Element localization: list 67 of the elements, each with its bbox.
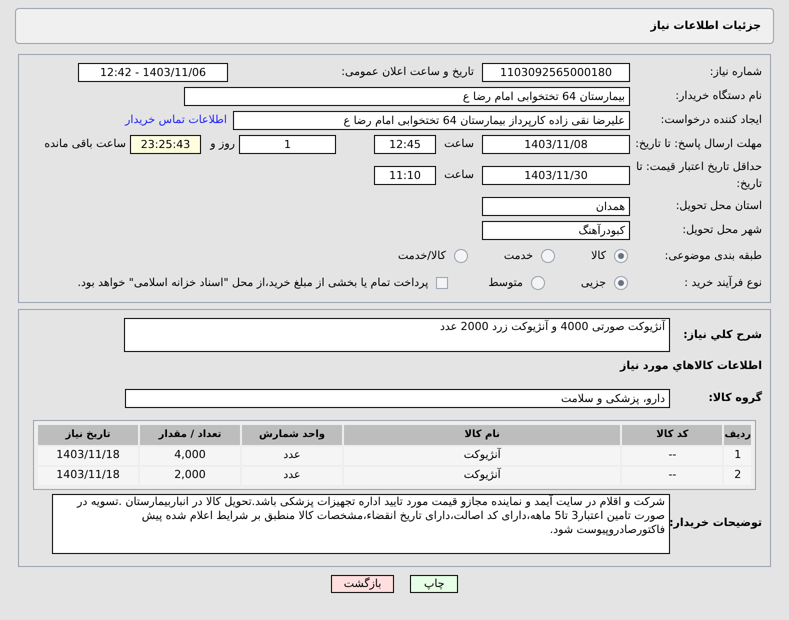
- text-field[interactable]: علیرضا نقی زاده کارپرداز بیمارستان 64 تختخوابی امام رضا ع: [233, 111, 630, 130]
- text-field[interactable]: کبودرآهنگ: [482, 221, 630, 240]
- radio-button[interactable]: [454, 249, 468, 263]
- table-cell: 2,000: [140, 466, 240, 484]
- text-field[interactable]: بیمارستان 64 تختخوابی امام رضا ع: [184, 87, 630, 106]
- table-cell: 1: [724, 446, 751, 464]
- radio-label: کالا/خدمت: [398, 248, 446, 264]
- countdown-field[interactable]: 23:25:43: [130, 135, 201, 154]
- radio-button[interactable]: [541, 249, 556, 263]
- notes-textarea[interactable]: شرکت و اقلام در سایت آیمد و نماینده مجازو قیمت مورد تایید اداره تجهیزات پزشکی باشد.تحویل کالا در انباربیمارستان .تسویه در صورت تامین اعتبار3 تا5 ماهه،دارای کد اصالت،دارای تاریخ انقضاء،مشخصات کالا منطبق بر شرایط اعلام شده پیش فاکتورصادروپیوست شود.: [52, 494, 670, 554]
- table-cell: --: [622, 466, 722, 484]
- text-field[interactable]: 11:10: [374, 166, 436, 185]
- field-label: ساعت: [443, 136, 475, 152]
- radio-label: خدمت: [504, 248, 534, 264]
- field-label: ساعت: [443, 167, 475, 184]
- field-label: ساعت باقی مانده: [44, 136, 127, 152]
- radio-label: متوسط: [488, 274, 523, 291]
- text-field[interactable]: 1103092565000180: [482, 63, 630, 82]
- radio-button[interactable]: [530, 276, 545, 290]
- field-label: استان محل تحویل:: [676, 199, 762, 212]
- description-textarea[interactable]: آنژیوکت صورتی 4000 و آنژیوکت زرد 2000 عدد: [124, 318, 670, 352]
- field-label: حداقل تاریخ اعتبار قیمت: تا تاریخ:: [636, 160, 762, 190]
- field-label: ایجاد کننده درخواست:: [660, 113, 762, 126]
- contact-link[interactable]: اطلاعات تماس خریدار: [125, 112, 227, 129]
- print-button[interactable]: چاپ: [410, 574, 458, 592]
- column-header: نام کالا: [344, 424, 620, 444]
- field-label: نوع فرآیند خرید :: [684, 276, 762, 289]
- field-label: روز و: [208, 136, 236, 152]
- table-cell: عدد: [242, 446, 342, 464]
- column-header: تاریخ نیاز: [38, 424, 138, 444]
- text-field[interactable]: 1: [239, 135, 336, 154]
- table-cell: آنژیوکت: [344, 446, 620, 464]
- radio-button[interactable]: [614, 276, 628, 290]
- table-cell: 2: [724, 466, 751, 484]
- field-label: شرح کلي نياز:: [683, 328, 762, 341]
- radio-label: کالا: [591, 248, 606, 264]
- text-field[interactable]: 1403/11/30: [482, 166, 630, 185]
- field-label: گروه کالا:: [708, 390, 762, 404]
- field-label: نام دستگاه خریدار:: [675, 89, 762, 102]
- radio-label: جزیی: [580, 274, 606, 291]
- text-field[interactable]: 1403/11/06 - 12:42: [78, 63, 228, 82]
- table-cell: آنژیوکت: [344, 466, 620, 484]
- text-field[interactable]: 1403/11/08: [482, 135, 630, 154]
- table-cell: عدد: [242, 466, 342, 484]
- checkbox-label: پرداخت تمام یا بخشی از مبلغ خرید،از محل "اسناد خزانه اسلامی" خواهد بود.: [78, 274, 428, 291]
- table-cell: 4,000: [140, 446, 240, 464]
- checkbox[interactable]: [436, 277, 448, 289]
- column-header: تعداد / مقدار: [140, 424, 240, 444]
- section-heading: اطلاعات كالاهاي مورد نياز: [620, 359, 762, 372]
- text-field[interactable]: 12:45: [374, 135, 436, 154]
- column-header: کد کالا: [622, 424, 722, 444]
- field-label: شهر محل تحویل:: [682, 223, 762, 236]
- text-field[interactable]: دارو، پزشکی و سلامت: [125, 388, 670, 408]
- back-button[interactable]: بازگشت: [330, 574, 394, 592]
- text-field[interactable]: همدان: [482, 197, 630, 216]
- table-cell: 1403/11/18: [38, 466, 138, 484]
- field-label: مهلت ارسال پاسخ: تا تاریخ:: [635, 137, 762, 150]
- field-label: شماره نیاز:: [710, 65, 762, 78]
- table-cell: 1403/11/18: [38, 446, 138, 464]
- field-label: طبقه بندی موضوعی:: [664, 248, 762, 262]
- field-label: تاریخ و ساعت اعلان عمومی:: [341, 65, 474, 78]
- radio-button[interactable]: [614, 249, 628, 263]
- column-header: ردیف: [724, 424, 751, 444]
- field-label: توضیحات خریدار:: [669, 516, 762, 530]
- column-header: واحد شمارش: [242, 424, 342, 444]
- table-cell: --: [622, 446, 722, 464]
- page-title: جزئیات اطلاعات نیاز: [650, 18, 761, 34]
